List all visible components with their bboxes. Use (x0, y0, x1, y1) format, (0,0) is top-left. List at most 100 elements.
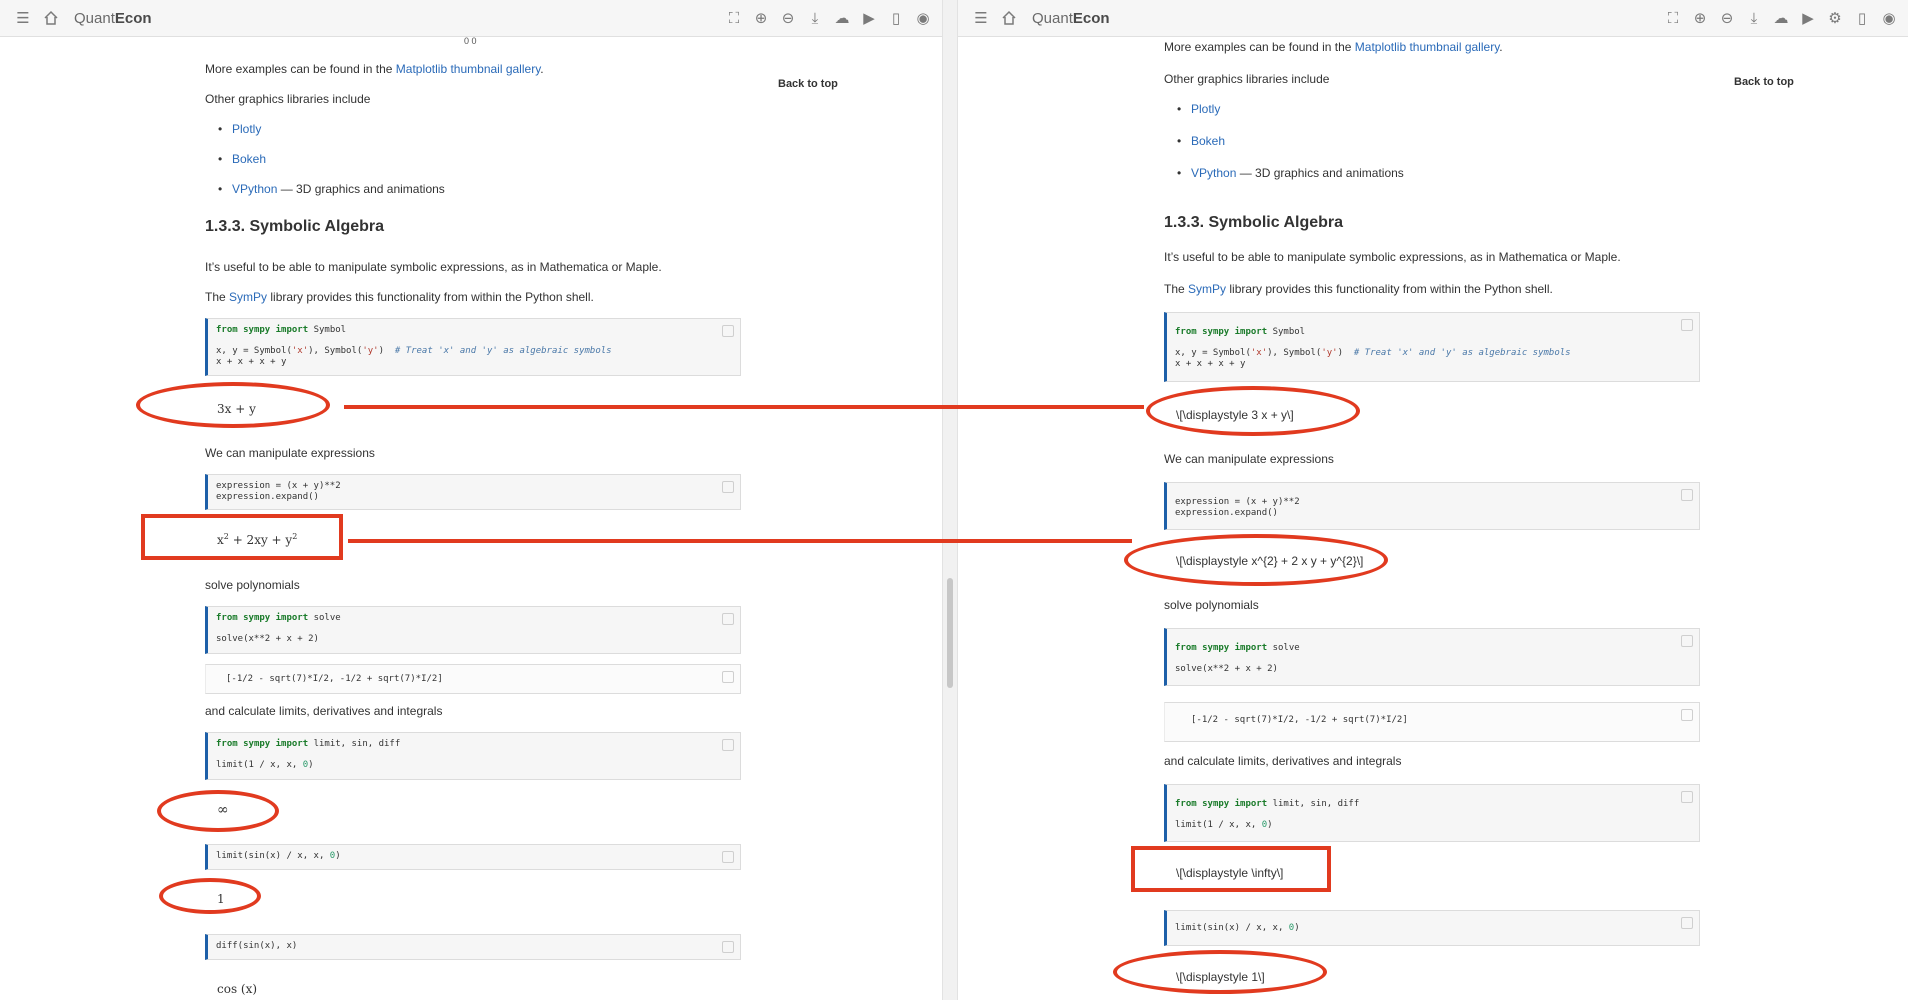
code-line: diff(sin(x), x) (216, 941, 298, 951)
fullscreen-icon[interactable]: ⛶ (725, 9, 743, 27)
play-icon[interactable]: ▶ (1799, 9, 1817, 27)
code-cell-limit-sin[interactable]: limit(sin(x) / x, x, 0) (205, 844, 741, 870)
code-cell-expand[interactable]: expression = (x + y)**2 expression.expan… (1164, 482, 1700, 530)
github-icon[interactable]: ◉ (1880, 9, 1898, 27)
file-icon[interactable]: ▯ (1853, 9, 1871, 27)
matplotlib-gallery-link[interactable]: Matplotlib thumbnail gallery (1355, 40, 1500, 54)
scrollbar-thumb[interactable] (947, 578, 953, 688)
code-line: limit(sin(x) / x, x, 0) (216, 851, 732, 862)
more-examples-post: . (540, 62, 544, 76)
vpython-link[interactable]: VPython (232, 182, 277, 196)
launch-icon[interactable]: ☁ (833, 9, 851, 27)
code-token: from (216, 325, 238, 335)
code-line: solve(x**2 + x + 2) (1175, 664, 1278, 674)
other-libs-text: Other graphics libraries include (1164, 72, 1330, 86)
code-token: ) (1337, 348, 1354, 358)
zoom-out-icon[interactable]: ⊖ (779, 9, 797, 27)
quantecon-logo[interactable]: QuantEcon (1032, 10, 1110, 27)
copy-icon[interactable] (722, 671, 734, 683)
right-toolbar: ☰ QuantEcon ⛶ ⊕ ⊖ ⤓ ☁ ▶ ⚙ ▯ ◉ (958, 0, 1908, 37)
copy-icon[interactable] (722, 481, 734, 493)
quantecon-logo[interactable]: QuantEcon (74, 10, 152, 27)
gear-icon[interactable]: ⚙ (1826, 9, 1844, 27)
right-content: Back to top More examples can be found i… (958, 36, 1908, 1000)
list-item-plotly: Plotly (218, 122, 262, 136)
brand-suffix: Econ (1072, 9, 1110, 27)
math-output-5: cos (x) (217, 982, 258, 996)
file-icon[interactable]: ▯ (887, 9, 905, 27)
code-cell-limit-sin[interactable]: limit(sin(x) / x, x, 0) (1164, 910, 1700, 946)
code-cell-solve[interactable]: from sympy import solve solve(x**2 + x +… (205, 606, 741, 654)
copy-icon[interactable] (722, 325, 734, 337)
output-cell-solve: [-1/2 - sqrt(7)*I/2, -1/2 + sqrt(7)*I/2] (1164, 702, 1700, 742)
copy-icon[interactable] (1681, 635, 1693, 647)
section-title: 1.3.3. Symbolic Algebra (205, 218, 385, 235)
copy-icon[interactable] (722, 613, 734, 625)
code-token: limit, sin, diff (1272, 799, 1360, 809)
plotly-link[interactable]: Plotly (1191, 102, 1220, 116)
math-output-3: ∞ (217, 802, 229, 818)
vpython-link[interactable]: VPython (1191, 166, 1236, 180)
home-icon[interactable] (42, 9, 60, 27)
code-line: x, y = Symbol('x'), Symbol('y') # Treat … (1175, 348, 1691, 359)
back-to-top-link[interactable]: Back to top (778, 78, 838, 90)
copy-icon[interactable] (722, 941, 734, 953)
bokeh-link[interactable]: Bokeh (232, 152, 266, 166)
sympy-link[interactable]: SymPy (1188, 282, 1226, 296)
more-examples-pre: More examples can be found in the (1164, 40, 1355, 54)
copy-icon[interactable] (1681, 791, 1693, 803)
code-cell-limit[interactable]: from sympy import limit, sin, diff limit… (1164, 784, 1700, 842)
fullscreen-icon[interactable]: ⛶ (1664, 9, 1682, 27)
menu-icon[interactable]: ☰ (972, 9, 990, 27)
zoom-in-icon[interactable]: ⊕ (752, 9, 770, 27)
code-token: Symbol (1272, 327, 1306, 337)
code-cell-symbol[interactable]: from sympy import Symbol x, y = Symbol('… (205, 318, 741, 376)
code-cell-diff[interactable]: diff(sin(x), x) (205, 934, 741, 960)
code-line: expression.expand() (1175, 508, 1278, 518)
zoom-in-icon[interactable]: ⊕ (1691, 9, 1709, 27)
code-token: limit(1 / x, x, (216, 760, 303, 770)
copy-icon[interactable] (1681, 319, 1693, 331)
copy-icon[interactable] (1681, 489, 1693, 501)
code-line: x, y = Symbol('x'), Symbol('y') # Treat … (216, 346, 732, 357)
code-token: limit, sin, diff (313, 739, 401, 749)
code-line: x + x + x + y (216, 357, 287, 367)
copy-icon[interactable] (1681, 917, 1693, 929)
list-item-vpython: VPython — 3D graphics and animations (218, 182, 445, 196)
calc-text: and calculate limits, derivatives and in… (1164, 754, 1402, 768)
more-examples-text: More examples can be found in the Matplo… (205, 62, 544, 76)
code-cell-symbol[interactable]: from sympy import Symbol x, y = Symbol('… (1164, 312, 1700, 382)
code-line: from sympy import limit, sin, diff (216, 739, 732, 750)
play-icon[interactable]: ▶ (860, 9, 878, 27)
menu-icon[interactable]: ☰ (14, 9, 32, 27)
bokeh-link[interactable]: Bokeh (1191, 134, 1225, 148)
left-toolbar: ☰ QuantEcon ⛶ ⊕ ⊖ ⤓ ☁ ▶ ▯ ◉ (0, 0, 942, 37)
math-part: + 2xy + y (228, 533, 293, 547)
code-line: expression = (x + y)**2 (216, 481, 341, 491)
github-icon[interactable]: ◉ (914, 9, 932, 27)
code-output: [-1/2 - sqrt(7)*I/2, -1/2 + sqrt(7)*I/2] (1191, 715, 1408, 725)
copy-icon[interactable] (1681, 709, 1693, 721)
code-cell-limit[interactable]: from sympy import limit, sin, diff limit… (205, 732, 741, 780)
download-icon[interactable]: ⤓ (1745, 9, 1763, 27)
code-token: ) (378, 346, 395, 356)
home-icon[interactable] (1000, 9, 1018, 27)
copy-icon[interactable] (722, 739, 734, 751)
launch-icon[interactable]: ☁ (1772, 9, 1790, 27)
split-scrollbar[interactable] (942, 0, 958, 1000)
plotly-link[interactable]: Plotly (232, 122, 261, 136)
matplotlib-gallery-link[interactable]: Matplotlib thumbnail gallery (396, 62, 541, 76)
sympy-pre: The (205, 290, 230, 304)
raw-latex-output-4: \[\displaystyle 1\] (1176, 970, 1265, 984)
zoom-out-icon[interactable]: ⊖ (1718, 9, 1736, 27)
code-cell-expand[interactable]: expression = (x + y)**2 expression.expan… (205, 474, 741, 510)
code-token: sympy (243, 739, 271, 749)
code-token: sympy (243, 613, 271, 623)
more-examples-post: . (1499, 40, 1503, 54)
copy-icon[interactable] (722, 851, 734, 863)
sympy-link[interactable]: SymPy (229, 290, 267, 304)
code-cell-solve[interactable]: from sympy import solve solve(x**2 + x +… (1164, 628, 1700, 686)
back-to-top-link[interactable]: Back to top (1734, 76, 1794, 88)
sympy-post: library provides this functionality from… (1226, 282, 1553, 296)
download-icon[interactable]: ⤓ (806, 9, 824, 27)
